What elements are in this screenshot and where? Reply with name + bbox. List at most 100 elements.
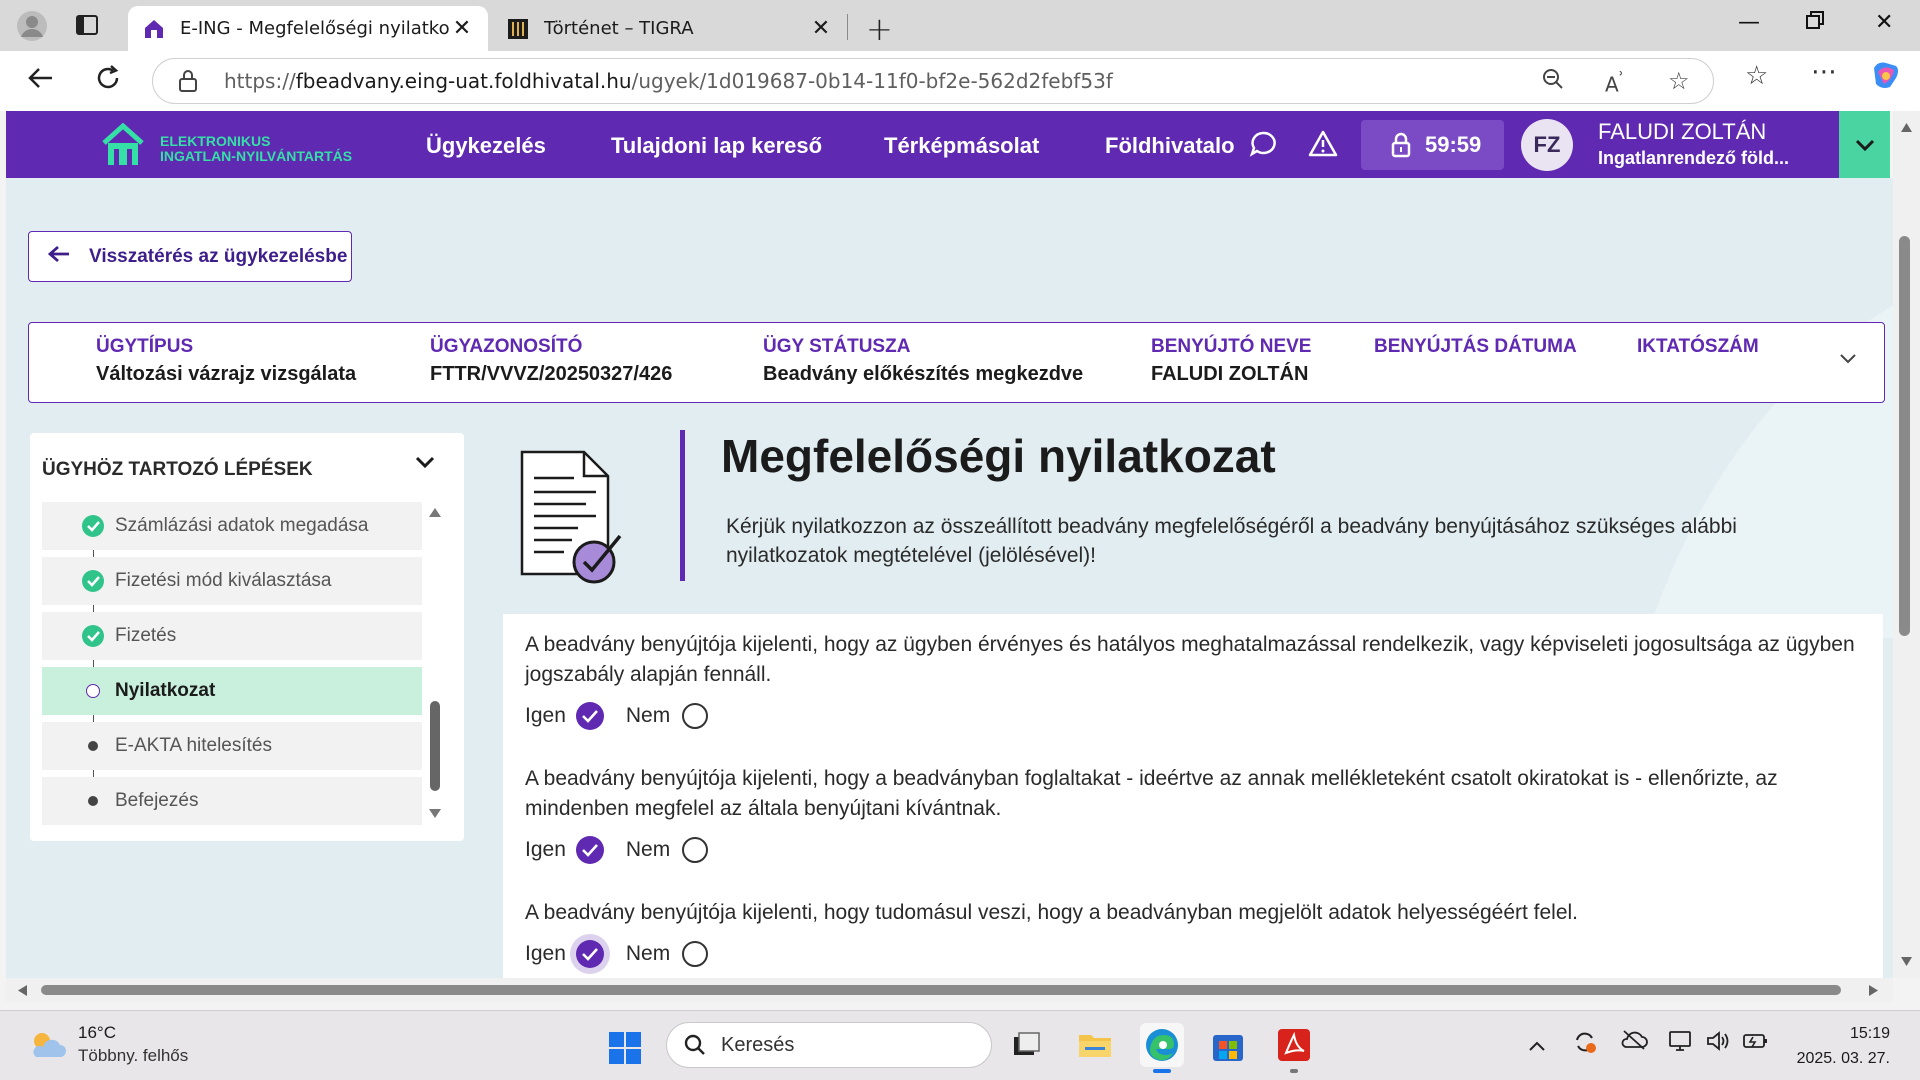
show-hidden-icons-chevron-up-icon[interactable] [1528,1033,1546,1057]
zoom-out-icon[interactable] [1541,67,1565,97]
vertical-scroll-thumb[interactable] [1899,236,1910,636]
file-explorer-icon[interactable] [1075,1025,1115,1065]
favorites-icon[interactable]: ☆ [1745,61,1768,91]
scroll-up-icon[interactable] [1900,121,1913,133]
windows-taskbar: 16°C Többny. felhős Keresés 15:19 2025. … [0,1010,1920,1080]
scroll-right-icon[interactable] [1868,984,1880,997]
favorite-star-icon[interactable]: ☆ [1668,67,1690,95]
steps-scrollbar[interactable] [428,506,442,836]
scroll-down-icon[interactable] [428,808,442,820]
minimize-icon[interactable]: — [1738,10,1760,35]
document-check-icon [520,450,622,584]
menu-foldhivatalok[interactable]: Földhivatalo [1105,133,1235,159]
menu-tulajdoni-lap-kereso[interactable]: Tulajdoni lap kereső [611,133,822,159]
chat-icon[interactable] [1248,129,1278,159]
refresh-icon[interactable] [93,63,123,100]
page-vertical-scrollbar[interactable] [1893,111,1920,978]
tab-e-ing[interactable]: E-ING - Megfelelőségi nyilatkozat ✕ [128,6,488,51]
close-window-icon[interactable]: ✕ [1875,10,1893,35]
lock-icon [1391,132,1411,158]
scroll-up-icon[interactable] [428,506,442,518]
horizontal-scroll-thumb[interactable] [41,985,1841,995]
system-clock[interactable]: 15:19 2025. 03. 27. [1780,1021,1890,1071]
store-icon[interactable] [1208,1025,1248,1065]
no-radio[interactable] [682,837,709,863]
chevron-down-icon[interactable] [1839,353,1857,365]
tab-separator [847,14,848,40]
restore-icon[interactable] [1805,10,1825,36]
pending-step-icon [88,796,98,806]
copilot-icon[interactable] [1868,58,1902,99]
check-circle-icon [82,515,104,537]
tab-title: E-ING - Megfelelőségi nyilatkozat [180,18,450,39]
read-aloud-icon[interactable]: Aʾ [1605,69,1624,97]
check-circle-icon [82,570,104,592]
avatar[interactable]: FZ [1521,119,1573,171]
steps-list: Számlázási adatok megadása Fizetési mód … [42,502,422,832]
step-szamlazasi-adatok[interactable]: Számlázási adatok megadása [42,502,422,550]
taskbar-search[interactable]: Keresés [666,1022,992,1068]
session-timer[interactable]: 59:59 [1361,120,1504,170]
profile-icon[interactable] [14,8,50,44]
acrobat-running-indicator [1290,1069,1298,1073]
page-description: Kérjük nyilatkozzon az összeállított bea… [726,515,1737,567]
house-logo-icon[interactable] [100,123,146,167]
acrobat-pdf-icon[interactable] [1274,1025,1314,1065]
scroll-left-icon[interactable] [16,984,28,997]
app-logo-text: ELEKTRONIKUS INGATLAN-NYILVÁNTARTÁS [160,133,353,164]
weather-widget[interactable]: 16°C Többny. felhős [28,1023,188,1066]
page-title: Megfelelőségi nyilatkozat [721,430,1276,482]
yes-label: Igen [525,942,566,965]
windows-start-icon[interactable] [608,1031,642,1065]
yes-radio-checked[interactable] [575,836,604,864]
tab-tigra[interactable]: Történet – TIGRA ✕ [492,6,847,51]
more-options-icon[interactable]: ⋯ [1811,57,1837,87]
scroll-down-icon[interactable] [1900,956,1913,968]
case-steps-panel: ÜGYHÖZ TARTOZÓ LÉPÉSEK Számlázási adatok… [30,433,464,841]
yes-radio-checked[interactable] [575,702,604,730]
menu-ugykezeles[interactable]: Ügykezelés [426,133,546,159]
declaration-options: Igen Nem [525,940,709,968]
step-fizetesi-mod[interactable]: Fizetési mód kiválasztása [42,557,422,605]
no-radio[interactable] [682,703,709,729]
chevron-down-icon[interactable] [414,455,436,469]
close-tab-icon[interactable]: ✕ [450,16,474,41]
onedrive-icon[interactable] [1620,1029,1648,1056]
url-field[interactable]: https://fbeadvany.eing-uat.foldhivatal.h… [152,58,1714,104]
tab-title: Történet – TIGRA [544,18,694,39]
browser-tab-strip: E-ING - Megfelelőségi nyilatkozat ✕ Tört… [0,0,1920,51]
yes-radio-checked[interactable] [575,940,604,968]
tab-actions-icon[interactable] [74,12,102,40]
warning-icon[interactable] [1308,129,1338,159]
checkmark-icon [581,710,598,723]
task-view-icon[interactable] [1006,1025,1046,1065]
submitter-name: BENYÚJTÓ NEVE FALUDI ZOLTÁN [1151,336,1312,385]
back-button-label: Visszatérés az ügykezelésbe [89,245,348,267]
back-icon[interactable] [26,63,56,100]
step-e-akta-hitelesites[interactable]: E-AKTA hitelesítés [42,722,422,770]
check-circle-icon [82,625,104,647]
no-radio[interactable] [682,941,709,967]
case-info-panel: ÜGYTÍPUS Változási vázrajz vizsgálata ÜGY… [28,322,1885,403]
edge-running-indicator [1153,1069,1171,1073]
menu-terkepmasolat[interactable]: Térképmásolat [884,133,1039,159]
close-tab-icon[interactable]: ✕ [809,16,833,41]
user-menu-toggle[interactable] [1839,111,1890,178]
lock-icon[interactable] [177,69,199,93]
new-tab-icon[interactable]: + [866,10,893,48]
edge-app[interactable] [1140,1023,1184,1067]
network-icon[interactable] [1668,1029,1694,1058]
declaration-text: A beadvány benyújtója kijelenti, hogy a … [525,767,1778,820]
steps-scroll-thumb[interactable] [430,701,440,791]
declaration-text: A beadvány benyújtója kijelenti, hogy az… [525,633,1855,686]
volume-icon[interactable] [1705,1029,1731,1058]
user-role: Ingatlanrendező föld... [1598,148,1790,168]
step-fizetes[interactable]: Fizetés [42,612,422,660]
battery-icon[interactable] [1742,1029,1770,1058]
step-nyilatkozat[interactable]: Nyilatkozat [42,667,422,715]
step-befejezes[interactable]: Befejezés [42,777,422,825]
checkmark-icon [581,948,598,961]
sync-icon[interactable] [1572,1029,1598,1060]
back-to-case-management-button[interactable]: Visszatérés az ügykezelésbe [28,231,352,282]
page-horizontal-scrollbar[interactable] [6,978,1893,1002]
